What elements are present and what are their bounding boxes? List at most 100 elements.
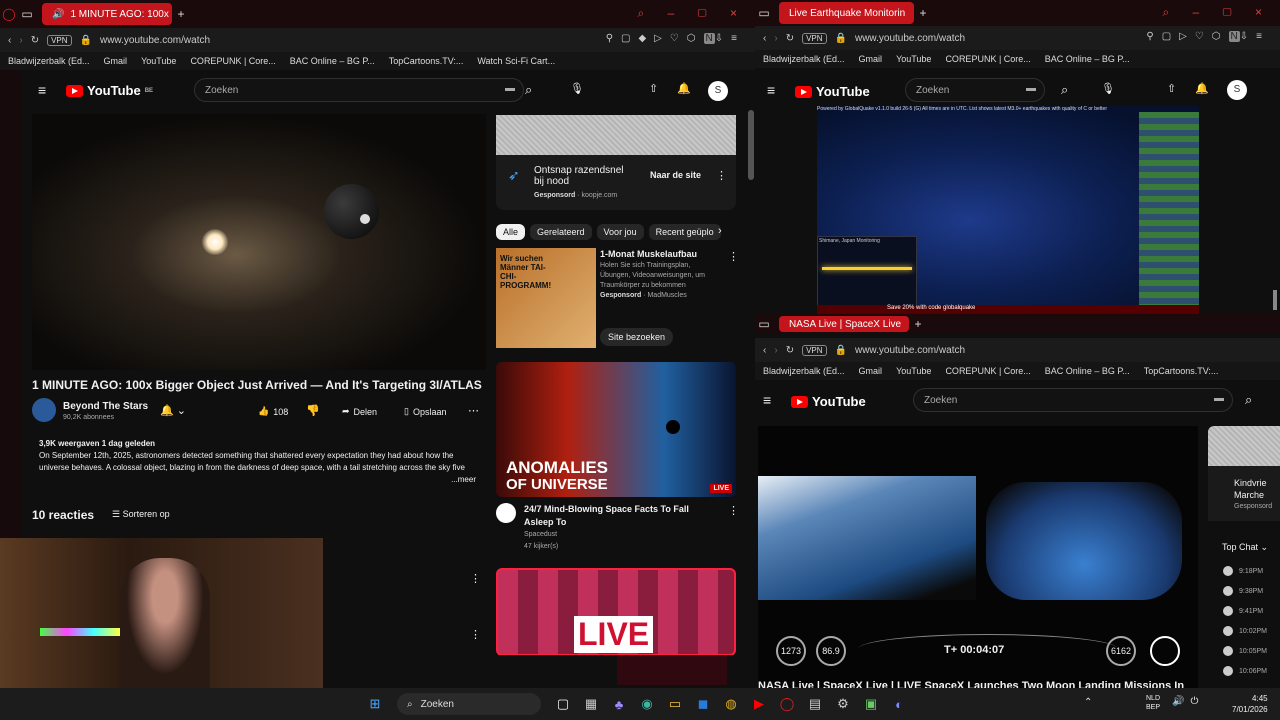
reload-icon[interactable]: ↻ <box>31 35 39 46</box>
chip-for-you[interactable]: Voor jou <box>596 224 644 240</box>
search-input[interactable]: Zoeken ▬ <box>194 78 524 102</box>
chip-recent[interactable]: Recent geüplo <box>648 224 721 240</box>
vpn-badge[interactable]: VPN <box>47 34 72 46</box>
opera-logo-icon[interactable]: ◯ <box>0 7 18 21</box>
ad-banner[interactable] <box>496 115 736 155</box>
new-tab-icon[interactable]: + <box>172 7 190 21</box>
bookmark-folder[interactable]: Bladwijzerbalk (Ed... <box>763 54 845 64</box>
task-view-icon[interactable]: ▢ <box>552 693 574 715</box>
subscribe-bell-icon[interactable]: 🔔 ⌄ <box>160 404 186 417</box>
rec2-title[interactable]: 24/7 Mind-Blowing Space Facts To Fall As… <box>524 503 714 529</box>
url-field[interactable]: www.youtube.com/watch <box>855 33 965 44</box>
rec2-thumbnail[interactable]: ANOMALIES OF UNIVERSE LIVE <box>496 362 736 497</box>
menu-icon[interactable]: ≡ <box>763 392 771 408</box>
youtube-app-icon[interactable]: ▶ <box>748 693 770 715</box>
bookmark-bac[interactable]: BAC Online – BG P... <box>1045 366 1130 376</box>
new-tab-icon[interactable]: + <box>909 317 927 331</box>
back-icon[interactable]: ‹ <box>763 345 766 356</box>
chevron-right-icon[interactable]: › <box>718 225 722 237</box>
share-button[interactable]: ➦ Delen <box>334 402 385 421</box>
more-icon[interactable]: ⋯ <box>468 404 479 417</box>
search-input[interactable]: Zoeken ▬ <box>905 78 1045 102</box>
mic-icon[interactable]: 🎙 <box>1101 82 1115 95</box>
search-icon[interactable]: ⌕ <box>1061 82 1068 98</box>
keyboard-icon[interactable]: ▬ <box>1214 393 1224 404</box>
bookmark-youtube[interactable]: YouTube <box>896 54 931 64</box>
clock[interactable]: 4:45 7/01/2026 <box>1232 693 1268 715</box>
steam-icon[interactable]: ⚙ <box>832 693 854 715</box>
youtube-logo[interactable]: YouTube <box>795 84 870 99</box>
bookmark-gmail[interactable]: Gmail <box>859 54 883 64</box>
edge-icon[interactable]: ◉ <box>636 693 658 715</box>
scrollbar[interactable] <box>748 90 754 650</box>
toolbar-icons[interactable]: ⚲▢▷♡⬡ N ⇩≡ <box>1146 31 1270 42</box>
chip-related[interactable]: Gerelateerd <box>530 224 592 240</box>
channel-avatar[interactable] <box>32 398 56 422</box>
outlook-icon[interactable]: ◼ <box>692 693 714 715</box>
bookmark-gmail[interactable]: Gmail <box>104 56 128 66</box>
upload-icon[interactable]: ⇧ <box>649 82 658 95</box>
vpn-badge[interactable]: VPN <box>802 344 827 356</box>
vpn-badge[interactable]: VPN <box>802 32 827 44</box>
new-tab-icon[interactable]: + <box>914 6 932 20</box>
chrome-icon[interactable]: ◍ <box>720 693 742 715</box>
menu-icon[interactable]: ≡ <box>38 82 46 98</box>
earthquake-map[interactable]: Powered by GlobalQuake v1.1.0 build 26-5… <box>817 106 1199 314</box>
bell-icon[interactable]: 🔔 <box>677 82 691 95</box>
reload-icon[interactable]: ↻ <box>786 345 794 356</box>
save-button[interactable]: ▯ Opslaan <box>396 402 454 421</box>
avatar[interactable]: S <box>708 81 728 101</box>
youtube-logo[interactable]: YouTube BE <box>66 83 153 98</box>
start-icon[interactable]: ⊞ <box>364 693 386 715</box>
lang-indicator[interactable]: NLD BEP <box>1146 694 1160 712</box>
menu-icon[interactable]: ≡ <box>767 82 775 98</box>
description-box[interactable]: 3,9K weergaven 1 dag geleden On Septembe… <box>32 432 486 492</box>
network-volume-icons[interactable]: 🔊⏻ <box>1172 696 1204 707</box>
site-visit-button[interactable]: Site bezoeken <box>600 328 674 346</box>
rec1-thumbnail[interactable]: Wir suchen Männer TAI-CHI-PROGRAMM! <box>496 248 596 348</box>
tab-earthquake[interactable]: Live Earthquake Monitorin <box>779 2 914 24</box>
url-field[interactable]: www.youtube.com/watch <box>855 345 965 356</box>
bookmark-youtube[interactable]: YouTube <box>896 366 931 376</box>
channel-name[interactable]: Beyond The Stars <box>63 401 148 412</box>
rec3-thumbnail[interactable]: LIVE <box>496 568 736 656</box>
sort-button[interactable]: ☰ Sorteren op <box>112 509 170 520</box>
bookmark-scifi[interactable]: Watch Sci-Fi Cart... <box>477 56 555 66</box>
tab-menu-icon[interactable]: ▭ <box>755 317 773 331</box>
ad-cta-button[interactable]: Naar de site <box>650 170 701 180</box>
bell-icon[interactable]: 🔔 <box>1195 82 1209 95</box>
back-icon[interactable]: ‹ <box>8 35 11 46</box>
keyboard-icon[interactable]: ▬ <box>505 83 515 94</box>
mic-icon[interactable]: 🎙 <box>570 82 584 95</box>
spacex-video-player[interactable]: 1273 86.9 T+ 00:04:07 6162 <box>758 426 1198 688</box>
app-icon[interactable]: ▣ <box>860 693 882 715</box>
search-icon[interactable]: ⌕ <box>1245 392 1252 408</box>
rec2-menu-icon[interactable]: ⋮ <box>728 504 739 517</box>
rec1-menu-icon[interactable]: ⋮ <box>728 250 739 263</box>
tab-menu-icon[interactable]: ▭ <box>18 7 36 21</box>
top-chat-dropdown[interactable]: Top Chat ⌄ <box>1222 542 1268 553</box>
comment-menu-icon[interactable]: ⋮ <box>470 572 481 585</box>
bookmark-folder[interactable]: Bladwijzerbalk (Ed... <box>763 366 845 376</box>
side-ad-banner[interactable] <box>1208 426 1280 466</box>
opera-icon[interactable]: ◯ <box>776 693 798 715</box>
bookmark-bac[interactable]: BAC Online – BG P... <box>290 56 375 66</box>
search-input[interactable]: Zoeken ▬ <box>913 388 1233 412</box>
toolbar-icons[interactable]: ⚲▢◆▷♡⬡ N ⇩≡ <box>606 33 745 44</box>
url-field[interactable]: www.youtube.com/watch <box>100 35 210 46</box>
like-button[interactable]: 👍 108 <box>250 402 296 421</box>
rec1-title[interactable]: 1-Monat Muskelaufbau <box>600 249 697 259</box>
explorer-icon[interactable]: ▭ <box>664 693 686 715</box>
teams-icon[interactable]: ♣ <box>608 693 630 715</box>
tab-video[interactable]: 🔊1 MINUTE AGO: 100x Bi× <box>42 3 172 25</box>
bookmark-corepunk[interactable]: COREPUNK | Core... <box>945 366 1030 376</box>
upload-icon[interactable]: ⇧ <box>1167 82 1176 95</box>
taskbar-search[interactable]: ⌕ Zoeken <box>397 693 541 715</box>
forward-icon[interactable]: › <box>19 35 22 46</box>
tab-nasa[interactable]: NASA Live | SpaceX Live <box>779 316 909 332</box>
bookmark-gmail[interactable]: Gmail <box>859 366 883 376</box>
rt-scrollbar[interactable] <box>1273 290 1277 310</box>
more-link[interactable]: ...meer <box>451 474 476 486</box>
tray-icons[interactable]: ⌃ <box>1084 697 1098 708</box>
bookmark-corepunk[interactable]: COREPUNK | Core... <box>190 56 275 66</box>
